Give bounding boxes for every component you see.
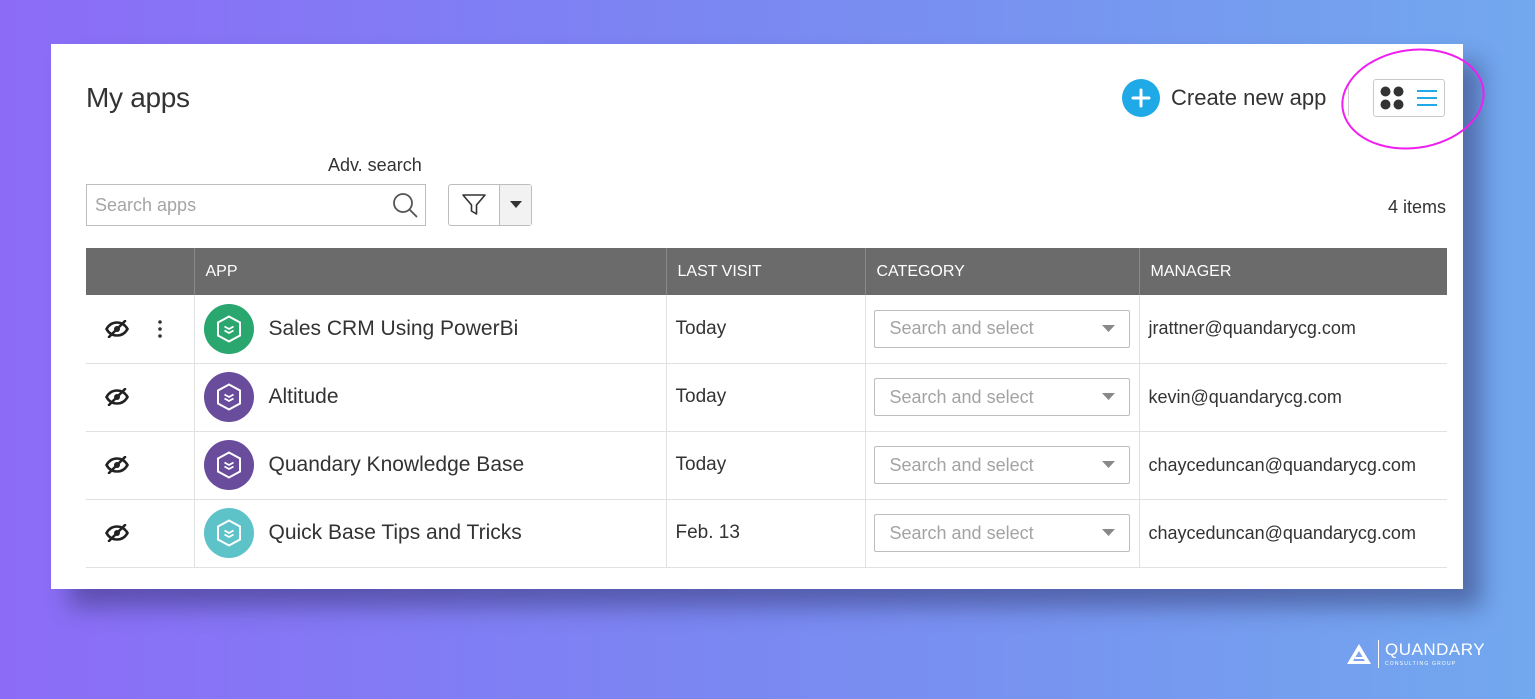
manager-email: kevin@quandarycg.com: [1148, 386, 1342, 407]
filter-dropdown-button[interactable]: [499, 185, 531, 225]
app-name: Quandary Knowledge Base: [268, 453, 525, 476]
logo-mark-icon: [1347, 644, 1371, 664]
logo-divider: [1378, 640, 1379, 668]
column-header-last-visit[interactable]: LAST VISIT: [666, 248, 866, 295]
chevron-down-icon: [1101, 529, 1115, 536]
filter-control: [448, 184, 532, 226]
app-link[interactable]: Sales CRM Using PowerBi: [195, 303, 666, 354]
app-cube-icon: [203, 508, 254, 558]
more-options-icon[interactable]: [155, 319, 165, 338]
column-header-manager[interactable]: MANAGER: [1139, 248, 1447, 295]
last-visit: Today: [675, 386, 727, 407]
last-visit: Today: [675, 317, 727, 339]
search-box: [86, 184, 426, 226]
category-select[interactable]: Search and select: [873, 514, 1130, 552]
app-link[interactable]: Quandary Knowledge Base: [195, 440, 666, 490]
app-name: Sales CRM Using PowerBi: [268, 316, 519, 340]
manager-email: jrattner@quandarycg.com: [1148, 318, 1356, 339]
quandary-logo: QUANDARY CONSULTING GROUP: [1346, 640, 1485, 668]
logo-name: QUANDARY: [1385, 640, 1486, 659]
category-select[interactable]: Search and select: [873, 309, 1130, 348]
category-placeholder: Search and select: [889, 318, 1034, 339]
table-row: Quick Base Tips and Tricks Feb. 13 Searc…: [86, 499, 1447, 568]
plus-icon: [1122, 79, 1160, 117]
app-link[interactable]: Altitude: [195, 372, 666, 422]
hide-eye-icon[interactable]: [105, 387, 131, 407]
table-header-row: APP LAST VISIT CATEGORY MANAGER: [86, 248, 1447, 295]
filter-icon[interactable]: [449, 185, 499, 225]
last-visit: Feb. 13: [675, 522, 740, 543]
category-placeholder: Search and select: [889, 386, 1034, 407]
page-title: My apps: [86, 82, 190, 113]
app-name: Altitude: [268, 385, 339, 408]
manager-email: chayceduncan@quandarycg.com: [1148, 454, 1416, 475]
app-cube-icon: [203, 303, 254, 354]
app-cube-icon: [203, 440, 254, 490]
column-header-category[interactable]: CATEGORY: [865, 248, 1140, 295]
apps-table: APP LAST VISIT CATEGORY MANAGER Sales CR…: [86, 248, 1447, 568]
items-count: 4 items: [1387, 197, 1446, 217]
category-select[interactable]: Search and select: [873, 446, 1130, 484]
category-select[interactable]: Search and select: [873, 378, 1130, 416]
app-name: Quick Base Tips and Tricks: [268, 521, 522, 544]
hide-eye-icon[interactable]: [105, 523, 131, 543]
chevron-down-icon: [1101, 324, 1115, 332]
hide-eye-icon[interactable]: [105, 455, 131, 475]
last-visit: Today: [675, 454, 727, 475]
table-row: Quandary Knowledge Base Today Search and…: [86, 431, 1447, 500]
chevron-down-icon: [1101, 393, 1115, 400]
create-new-app-button[interactable]: Create new app: [1122, 79, 1326, 117]
caret-down-icon: [509, 201, 522, 208]
table-row: Altitude Today Search and select kevin@q…: [86, 363, 1447, 432]
app-cube-icon: [203, 372, 254, 422]
my-apps-panel: My apps Create new app Adv. search Searc…: [51, 39, 1492, 589]
logo-subtitle: CONSULTING GROUP: [1385, 661, 1457, 667]
column-header-actions: [86, 248, 195, 295]
category-placeholder: Search and select: [889, 454, 1034, 475]
search-input[interactable]: [87, 184, 385, 226]
app-link[interactable]: Quick Base Tips and Tricks: [195, 508, 666, 558]
category-placeholder: Search and select: [889, 522, 1034, 543]
hide-eye-icon[interactable]: [105, 319, 131, 339]
highlight-annotation: [1334, 39, 1492, 159]
column-header-app[interactable]: APP: [194, 248, 667, 295]
create-new-app-label: Create new app: [1171, 85, 1327, 110]
manager-email: chayceduncan@quandarycg.com: [1148, 522, 1416, 543]
table-row: Sales CRM Using PowerBi Today Search and…: [86, 295, 1447, 364]
adv-search-link[interactable]: Adv. search: [328, 155, 422, 176]
search-icon[interactable]: [385, 192, 425, 218]
chevron-down-icon: [1101, 461, 1115, 468]
